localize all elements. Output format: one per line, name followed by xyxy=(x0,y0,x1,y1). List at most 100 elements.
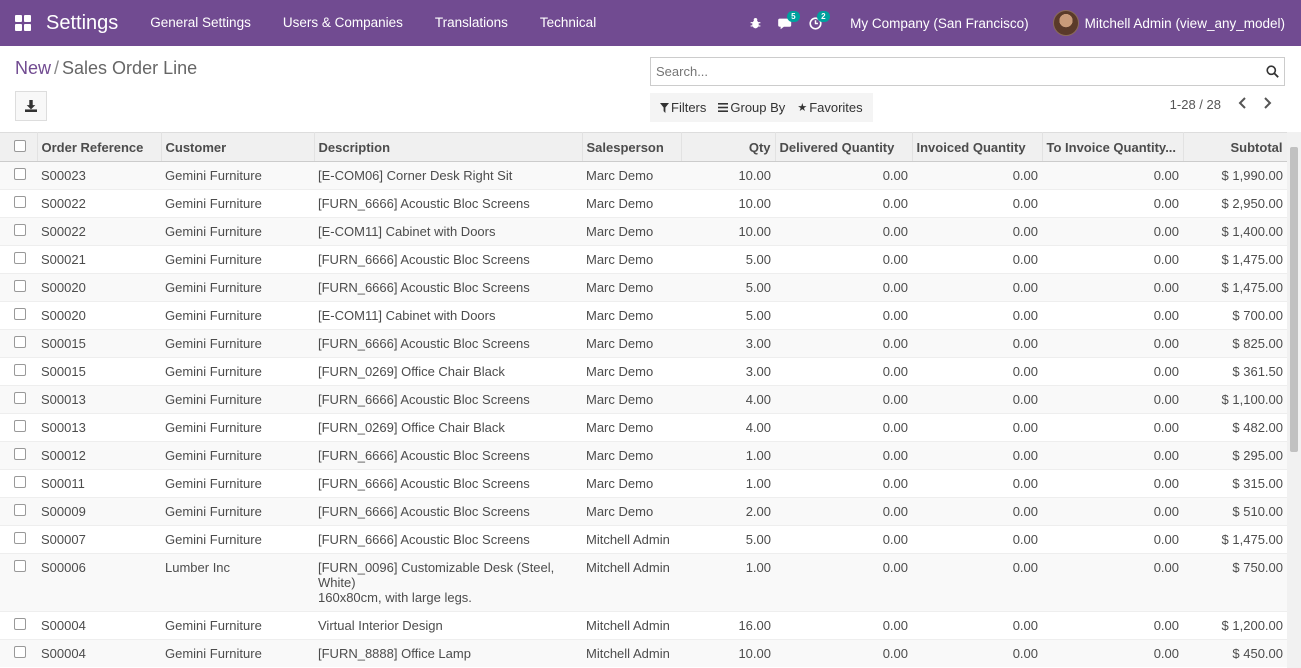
cell-customer: Gemini Furniture xyxy=(161,189,314,218)
cell-subtotal: $ 1,475.00 xyxy=(1183,245,1287,274)
row-checkbox[interactable] xyxy=(14,532,26,544)
cell-subtotal: $ 1,200.00 xyxy=(1183,611,1287,640)
row-checkbox[interactable] xyxy=(14,364,26,376)
table-row[interactable]: S00020 Gemini Furniture [FURN_6666] Acoust… xyxy=(0,273,1287,302)
row-checkbox[interactable] xyxy=(14,618,26,630)
col-qty[interactable]: Qty xyxy=(681,132,776,162)
table-row[interactable]: S00023 Gemini Furniture [E-COM06] Corner D… xyxy=(0,161,1287,190)
activities-clock-icon[interactable]: 2 xyxy=(800,0,830,46)
table-row[interactable]: S00007 Gemini Furniture [FURN_6666] Acoust… xyxy=(0,525,1287,554)
col-invoiced-quantity[interactable]: Invoiced Quantity xyxy=(912,132,1043,162)
row-checkbox[interactable] xyxy=(14,168,26,180)
table-row[interactable]: S00022 Gemini Furniture [FURN_6666] Acoust… xyxy=(0,189,1287,218)
select-all-cell xyxy=(0,132,38,162)
cell-delivered-quantity: 0.00 xyxy=(775,497,912,526)
cell-qty: 1.00 xyxy=(681,553,775,612)
group-by-button[interactable]: Group By xyxy=(712,100,791,115)
row-checkbox[interactable] xyxy=(14,476,26,488)
export-button[interactable] xyxy=(15,91,47,121)
row-checkbox[interactable] xyxy=(14,196,26,208)
cell-customer: Gemini Furniture xyxy=(161,161,314,190)
row-checkbox[interactable] xyxy=(14,560,26,572)
user-menu[interactable]: Mitchell Admin (view_any_model) xyxy=(1052,10,1301,36)
col-subtotal[interactable]: Subtotal xyxy=(1183,132,1287,162)
table-row[interactable]: S00006 Lumber Inc [FURN_0096] Customizable… xyxy=(0,553,1287,612)
cell-delivered-quantity: 0.00 xyxy=(775,413,912,442)
table-row[interactable]: S00015 Gemini Furniture [FURN_0269] Office… xyxy=(0,357,1287,386)
row-checkbox[interactable] xyxy=(14,224,26,236)
col-customer[interactable]: Customer xyxy=(161,132,315,162)
menu-users-companies[interactable]: Users & Companies xyxy=(267,0,419,46)
top-navbar: Settings General Settings Users & Compan… xyxy=(0,0,1301,46)
cell-order-reference: S00011 xyxy=(37,469,161,498)
col-salesperson[interactable]: Salesperson xyxy=(582,132,682,162)
messages-icon[interactable]: 5 xyxy=(770,0,800,46)
table-row[interactable]: S00009 Gemini Furniture [FURN_6666] Acoust… xyxy=(0,497,1287,526)
cell-customer: Gemini Furniture xyxy=(161,525,314,554)
cell-order-reference: S00013 xyxy=(37,385,161,414)
breadcrumb: New / Sales Order Line xyxy=(15,58,197,79)
cell-delivered-quantity: 0.00 xyxy=(775,441,912,470)
favorites-label: Favorites xyxy=(809,100,863,115)
search-bar xyxy=(650,57,1285,86)
pager-previous-chevron-left-icon[interactable] xyxy=(1229,96,1255,112)
select-all-checkbox[interactable] xyxy=(14,140,26,152)
row-checkbox[interactable] xyxy=(14,280,26,292)
row-select-cell xyxy=(0,217,37,246)
row-select-cell xyxy=(0,611,37,640)
table-row[interactable]: S00004 Gemini Furniture Virtual Interior D… xyxy=(0,611,1287,640)
menu-translations[interactable]: Translations xyxy=(419,0,524,46)
col-description[interactable]: Description xyxy=(314,132,583,162)
favorites-button[interactable]: ★ Favorites xyxy=(791,100,868,115)
row-checkbox[interactable] xyxy=(14,504,26,516)
debug-bug-icon[interactable] xyxy=(740,0,770,46)
pager-next-chevron-right-icon[interactable] xyxy=(1255,96,1281,112)
row-checkbox[interactable] xyxy=(14,252,26,264)
cell-invoiced-quantity: 0.00 xyxy=(912,611,1042,640)
table-row[interactable]: S00020 Gemini Furniture [E-COM11] Cabinet … xyxy=(0,301,1287,330)
menu-technical[interactable]: Technical xyxy=(524,0,612,46)
cell-order-reference: S00020 xyxy=(37,301,161,330)
table-row[interactable]: S00013 Gemini Furniture [FURN_6666] Acoust… xyxy=(0,385,1287,414)
list-scrollbar[interactable] xyxy=(1287,132,1301,668)
app-title[interactable]: Settings xyxy=(46,12,118,35)
row-checkbox[interactable] xyxy=(14,308,26,320)
search-input[interactable] xyxy=(651,58,1260,85)
table-row[interactable]: S00012 Gemini Furniture [FURN_6666] Acoust… xyxy=(0,441,1287,470)
table-row[interactable]: S00022 Gemini Furniture [E-COM11] Cabinet … xyxy=(0,217,1287,246)
cell-order-reference: S00004 xyxy=(37,611,161,640)
cell-qty: 10.00 xyxy=(681,161,775,190)
company-switcher[interactable]: My Company (San Francisco) xyxy=(830,16,1053,31)
cell-salesperson: Marc Demo xyxy=(582,329,681,358)
row-checkbox[interactable] xyxy=(14,448,26,460)
table-row[interactable]: S00011 Gemini Furniture [FURN_6666] Acoust… xyxy=(0,469,1287,498)
main-menu: General Settings Users & Companies Trans… xyxy=(134,0,612,46)
row-checkbox[interactable] xyxy=(14,392,26,404)
cell-to-invoice-quantity: 0.00 xyxy=(1042,497,1183,526)
cell-to-invoice-quantity: 0.00 xyxy=(1042,301,1183,330)
cell-subtotal: $ 825.00 xyxy=(1183,329,1287,358)
cell-invoiced-quantity: 0.00 xyxy=(912,413,1042,442)
search-icon[interactable] xyxy=(1260,65,1284,78)
table-row[interactable]: S00013 Gemini Furniture [FURN_0269] Office… xyxy=(0,413,1287,442)
breadcrumb-new[interactable]: New xyxy=(15,58,51,78)
cell-order-reference: S00023 xyxy=(37,161,161,190)
col-order-reference[interactable]: Order Reference xyxy=(37,132,162,162)
scrollbar-thumb[interactable] xyxy=(1290,147,1298,452)
col-delivered-quantity[interactable]: Delivered Quantity xyxy=(775,132,913,162)
table-row[interactable]: S00021 Gemini Furniture [FURN_6666] Acoust… xyxy=(0,245,1287,274)
row-checkbox[interactable] xyxy=(14,646,26,658)
table-row[interactable]: S00015 Gemini Furniture [FURN_6666] Acoust… xyxy=(0,329,1287,358)
pager-value[interactable]: 1-28 / 28 xyxy=(1170,97,1221,112)
row-checkbox[interactable] xyxy=(14,420,26,432)
apps-menu-button[interactable] xyxy=(0,0,46,46)
row-checkbox[interactable] xyxy=(14,336,26,348)
menu-general-settings[interactable]: General Settings xyxy=(134,0,267,46)
description-line: 160x80cm, with large legs. xyxy=(318,590,472,605)
cell-salesperson: Marc Demo xyxy=(582,385,681,414)
cell-description: [FURN_0269] Office Chair Black xyxy=(314,357,582,386)
filters-button[interactable]: Filters xyxy=(654,100,712,115)
cell-customer: Gemini Furniture xyxy=(161,273,314,302)
table-row[interactable]: S00004 Gemini Furniture [FURN_8888] Office… xyxy=(0,639,1287,667)
col-to-invoice-quantity[interactable]: To Invoice Quantity... xyxy=(1042,132,1184,162)
